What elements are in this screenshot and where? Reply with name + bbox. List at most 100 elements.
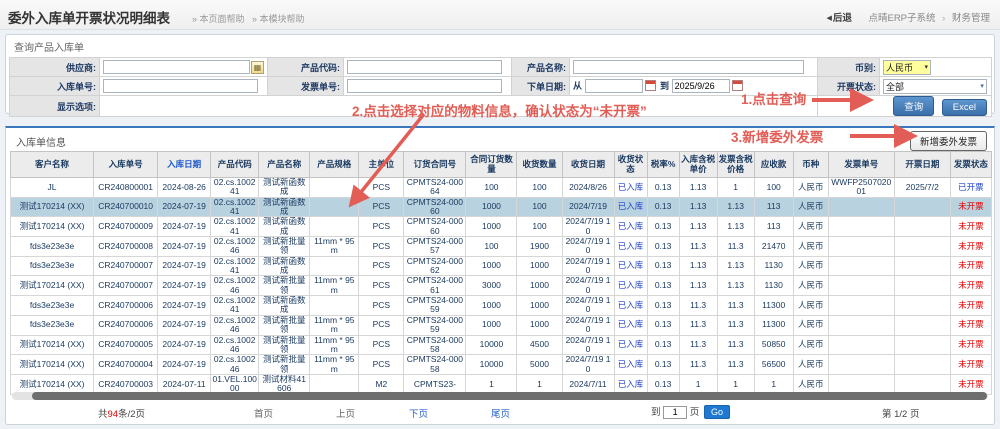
module-help-link[interactable]: » 本模块帮助 xyxy=(252,12,305,25)
cell-inbound_no: CR240700006 xyxy=(94,296,158,316)
cell-invoice_no xyxy=(828,256,894,276)
annotation-step1: 1.点击查询 xyxy=(741,88,806,108)
table-row[interactable]: fds3e23e3eCR2407000082024-07-1902.cs.100… xyxy=(11,237,992,257)
prev-page-link[interactable]: 上页 xyxy=(336,406,355,420)
cell-inbound_price: 1.13 xyxy=(679,178,717,198)
cell-currency: 人民币 xyxy=(793,276,828,296)
cell-inbound_date: 2024-07-19 xyxy=(158,315,211,335)
table-row[interactable]: 测试170214 (XX)CR2407000072024-07-1902.cs.… xyxy=(11,276,992,296)
cell-inbound_date: 2024-07-19 xyxy=(158,217,211,237)
table-row[interactable]: fds3e23e3eCR2407000062024-07-1902.cs.100… xyxy=(11,296,992,316)
supplier-picker-icon[interactable]: ▦ xyxy=(251,61,264,74)
product-code-input[interactable] xyxy=(347,60,502,74)
order-date-to-input[interactable] xyxy=(672,79,730,93)
horizontal-scrollbar-thumb[interactable] xyxy=(32,392,987,400)
cell-inbound_price: 1.13 xyxy=(679,217,717,237)
currency-select[interactable]: 人民币 ▾ xyxy=(883,60,931,75)
go-button[interactable]: Go xyxy=(704,405,730,419)
invoice-no-input[interactable] xyxy=(347,79,502,93)
new-outsource-invoice-button[interactable]: 新增委外发票 xyxy=(910,131,987,151)
breadcrumb-system[interactable]: 点晴ERP子系统 xyxy=(868,13,935,24)
table-row[interactable]: 测试170214 (XX)CR2407000092024-07-1902.cs.… xyxy=(11,217,992,237)
cell-invoice_date: 2025/7/2 xyxy=(894,178,950,198)
calendar-icon[interactable] xyxy=(645,80,656,91)
cell-order_contract_no: CPMTS24-00060 xyxy=(404,217,466,237)
cell-product_code: 02.cs.100241 xyxy=(211,197,259,217)
page-input[interactable] xyxy=(663,406,687,419)
cell-receipt_status: 已入库 xyxy=(614,178,647,198)
cell-inbound_date: 2024-07-19 xyxy=(158,276,211,296)
cell-order_contract_no: CPMTS24-00062 xyxy=(404,256,466,276)
cell-invoice_no xyxy=(828,276,894,296)
page: 委外入库单开票状况明细表 » 本页面帮助 » 本模块帮助 ◀后退 点晴ERP子系… xyxy=(0,0,1000,429)
date-to-prefix: 到 xyxy=(660,81,669,91)
page-indicator: 第 1/2 页 xyxy=(882,406,920,420)
col-header-inbound_no: 入库单号 xyxy=(94,152,158,178)
cell-product_name: 测试新批量领 xyxy=(259,315,310,335)
first-page-link[interactable]: 首页 xyxy=(254,406,273,420)
last-page-link[interactable]: 尾页 xyxy=(491,406,510,420)
date-from-prefix: 从 xyxy=(573,81,582,91)
cell-receipt_qty: 100 xyxy=(517,178,562,198)
table-row[interactable]: fds3e23e3eCR2407000072024-07-1902.cs.100… xyxy=(11,256,992,276)
currency-label: 币别: xyxy=(818,58,880,77)
cell-invoice_status: 未开票 xyxy=(950,237,991,257)
cell-invoice_date xyxy=(894,256,950,276)
table-row[interactable]: JLCR2408000012024-08-2602.cs.100241测试新函数… xyxy=(11,178,992,198)
cell-inbound_date: 2024-07-19 xyxy=(158,256,211,276)
table-row[interactable]: fds3e23e3eCR2407000062024-07-1902.cs.100… xyxy=(11,315,992,335)
table-row[interactable]: 测试170214 (XX)CR2407000102024-07-1902.cs.… xyxy=(11,197,992,217)
search-button[interactable]: 查询 xyxy=(893,96,934,116)
order-date-label: 下单日期: xyxy=(512,77,570,96)
cell-product_name: 测试新批量领 xyxy=(259,335,310,355)
inbound-no-input[interactable] xyxy=(103,79,258,93)
cell-invoice_status: 未开票 xyxy=(950,315,991,335)
cell-tax_rate: 0.13 xyxy=(647,355,679,375)
horizontal-scrollbar-track xyxy=(12,392,988,400)
cell-contract_qty: 1000 xyxy=(466,315,517,335)
next-page-link[interactable]: 下页 xyxy=(409,406,428,420)
cell-receipt_qty: 1000 xyxy=(517,256,562,276)
order-date-from-input[interactable] xyxy=(585,79,643,93)
page-help-link[interactable]: » 本页面帮助 xyxy=(192,12,245,25)
cell-receipt_date: 2024/7/19 10 xyxy=(562,335,614,355)
table-row[interactable]: 测试170214 (XX)CR2407000052024-07-1902.cs.… xyxy=(11,335,992,355)
inbound-panel: 入库单信息 新增委外发票 客户名称入库单号入库日期产品代码产品名称产品规格主单位… xyxy=(5,126,995,425)
cell-receipt_qty: 4500 xyxy=(517,335,562,355)
cell-product_spec: 11mm * 95m xyxy=(310,276,359,296)
cell-unit: PCS xyxy=(359,217,404,237)
cell-contract_qty: 1000 xyxy=(466,296,517,316)
cell-currency: 人民币 xyxy=(793,315,828,335)
cell-tax_rate: 0.13 xyxy=(647,256,679,276)
cell-invoice_status: 未开票 xyxy=(950,256,991,276)
inbound-section-title: 入库单信息 xyxy=(16,134,66,149)
cell-receivable: 21470 xyxy=(754,237,793,257)
cell-receipt_qty: 1000 xyxy=(517,315,562,335)
table-row[interactable]: 测试170214 (XX)CR2407000042024-07-1902.cs.… xyxy=(11,355,992,375)
cell-invoice_date xyxy=(894,315,950,335)
cell-invoice_no xyxy=(828,237,894,257)
supplier-input[interactable] xyxy=(103,60,250,74)
cell-order_contract_no: CPMTS24-00057 xyxy=(404,237,466,257)
cell-unit: PCS xyxy=(359,296,404,316)
cell-receivable: 11300 xyxy=(754,315,793,335)
excel-button[interactable]: Excel xyxy=(942,99,987,116)
cell-inbound_price: 1.13 xyxy=(679,197,717,217)
breadcrumb-module[interactable]: 财务管理 xyxy=(952,13,990,24)
back-link[interactable]: ◀后退 xyxy=(826,13,851,24)
query-panel-title: 查询产品入库单 xyxy=(6,35,994,57)
cell-inbound_date: 2024-07-19 xyxy=(158,237,211,257)
col-header-receipt_qty: 收货数量 xyxy=(517,152,562,178)
product-name-input[interactable] xyxy=(573,60,804,74)
invoice-status-select[interactable]: 全部 ▾ xyxy=(883,79,987,94)
table-header-row: 客户名称入库单号入库日期产品代码产品名称产品规格主单位订货合同号合同订货数量收货… xyxy=(11,152,992,178)
cell-receipt_date: 2024/7/19 10 xyxy=(562,237,614,257)
cell-inbound_no: CR240700010 xyxy=(94,197,158,217)
col-header-inbound_date[interactable]: 入库日期 xyxy=(158,152,211,178)
topbar-right: ◀后退 点晴ERP子系统 › 财务管理 xyxy=(826,10,990,24)
cell-receipt_status: 已入库 xyxy=(614,335,647,355)
cell-contract_qty: 1000 xyxy=(466,217,517,237)
cell-invoice_status: 未开票 xyxy=(950,335,991,355)
cell-product_spec: 11mm * 95m xyxy=(310,315,359,335)
cell-receivable: 11300 xyxy=(754,296,793,316)
